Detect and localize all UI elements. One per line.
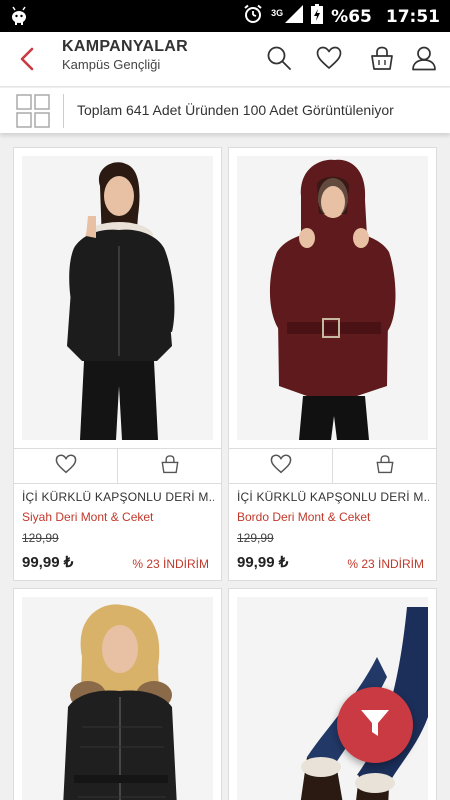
heart-icon xyxy=(55,453,77,479)
heart-icon xyxy=(270,453,292,479)
product-image[interactable] xyxy=(22,597,213,800)
product-old-price: 129,99 xyxy=(22,531,59,545)
battery-percent: %65 xyxy=(331,6,372,27)
discount-badge: % 23 İNDİRİM xyxy=(132,557,209,571)
user-profile-icon[interactable] xyxy=(411,45,437,71)
status-bar: 3G %65 17:51 xyxy=(0,0,450,32)
product-image[interactable] xyxy=(22,156,213,440)
product-actions xyxy=(229,448,436,484)
listing-info-bar: Toplam 641 Adet Üründen 100 Adet Görüntü… xyxy=(0,88,450,133)
product-category: Siyah Deri Mont & Ceket xyxy=(22,510,154,524)
android-icon xyxy=(10,6,28,31)
back-button[interactable] xyxy=(16,46,40,72)
network-type: 3G xyxy=(271,7,284,18)
clock: 17:51 xyxy=(385,6,440,27)
shopping-bag-icon xyxy=(160,454,180,479)
shopping-bag-icon[interactable] xyxy=(369,45,395,71)
divider xyxy=(63,94,64,128)
add-to-favorites-button[interactable] xyxy=(14,449,117,483)
filter-button[interactable] xyxy=(337,687,413,763)
add-to-cart-button[interactable] xyxy=(117,449,221,483)
product-count-text: Toplam 641 Adet Üründen 100 Adet Görüntü… xyxy=(77,102,394,118)
page-title: KAMPANYALAR xyxy=(62,38,188,55)
discount-badge: % 23 İNDİRİM xyxy=(347,557,424,571)
favorites-heart-icon[interactable] xyxy=(316,45,342,71)
add-to-cart-button[interactable] xyxy=(332,449,436,483)
product-card[interactable]: İÇİ KÜRKLÜ KAPŞONLU DERİ M... Siyah Deri… xyxy=(13,147,222,581)
grid-view-icon[interactable] xyxy=(16,94,50,128)
app-header: KAMPANYALAR Kampüs Gençliği xyxy=(0,32,450,87)
product-category: Bordo Deri Mont & Ceket xyxy=(237,510,371,524)
page-subtitle: Kampüs Gençliği xyxy=(62,57,161,72)
product-actions xyxy=(14,448,221,484)
add-to-favorites-button[interactable] xyxy=(229,449,332,483)
product-card[interactable] xyxy=(13,588,222,800)
product-old-price: 129,99 xyxy=(237,531,274,545)
search-icon[interactable] xyxy=(266,45,292,71)
product-price: 99,99 ₺ xyxy=(237,554,289,571)
product-card[interactable]: İÇİ KÜRKLÜ KAPŞONLU DERİ M... Bordo Deri… xyxy=(228,147,437,581)
product-card[interactable] xyxy=(228,588,437,800)
product-name[interactable]: İÇİ KÜRKLÜ KAPŞONLU DERİ M... xyxy=(237,490,429,504)
shopping-bag-icon xyxy=(375,454,395,479)
filter-funnel-icon xyxy=(358,706,392,745)
product-image[interactable] xyxy=(237,156,428,440)
alarm-icon xyxy=(243,4,263,29)
signal-icon xyxy=(285,5,304,28)
product-name[interactable]: İÇİ KÜRKLÜ KAPŞONLU DERİ M... xyxy=(22,490,214,504)
battery-icon xyxy=(311,4,324,29)
product-price: 99,99 ₺ xyxy=(22,554,74,571)
